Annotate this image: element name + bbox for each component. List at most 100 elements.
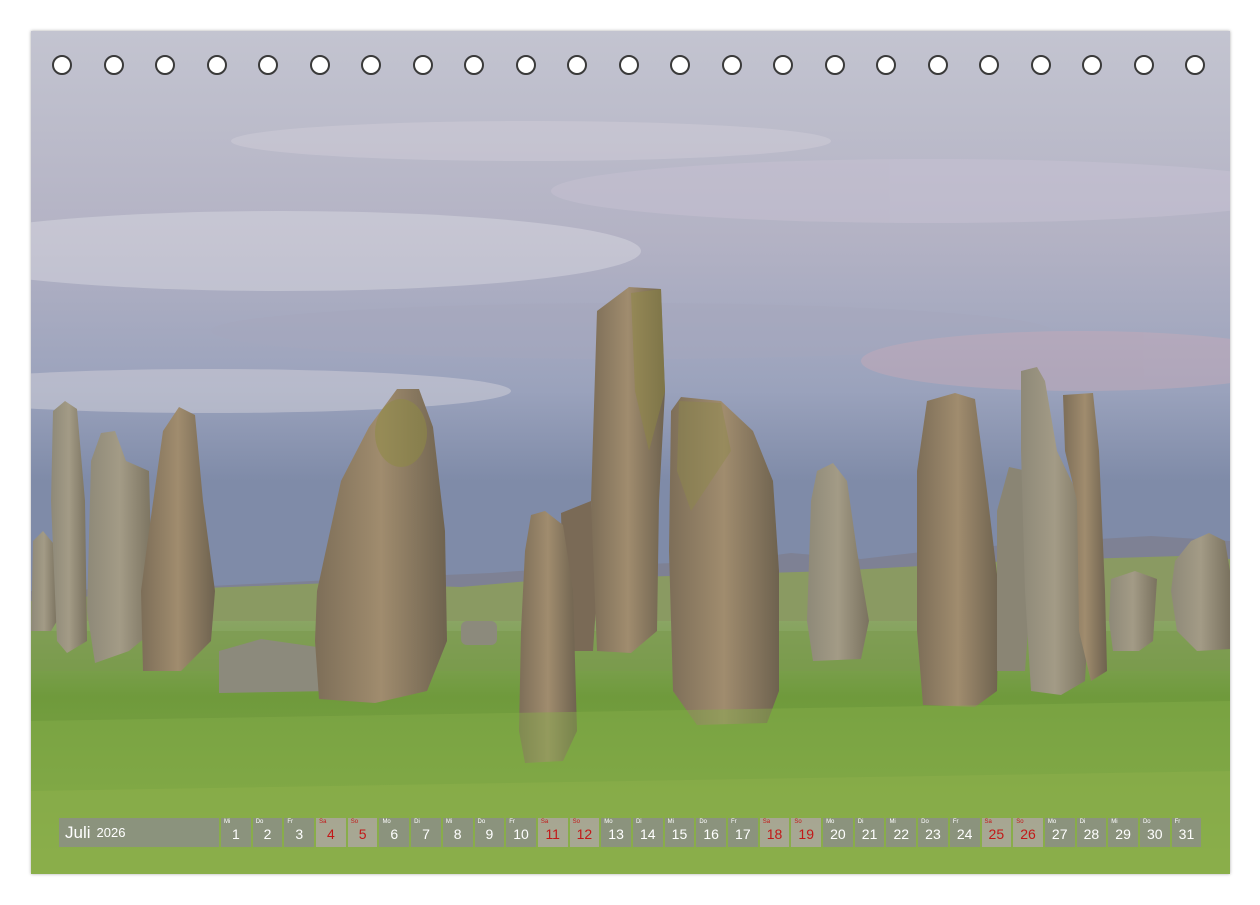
day-number: 30	[1146, 826, 1163, 842]
binding-hole	[979, 55, 999, 75]
calendar-day: Mo 27	[1044, 818, 1075, 847]
month-name: Juli	[65, 822, 91, 842]
weekday-abbrev: Do	[921, 819, 929, 825]
day-number: 24	[956, 826, 973, 842]
binding-hole	[927, 55, 948, 75]
day-number: 29	[1115, 826, 1131, 842]
day-number: 26	[1020, 826, 1036, 842]
calendar-day: Do 2	[252, 818, 283, 847]
calendar-day: Mo 6	[379, 818, 410, 847]
calendar-strip: Juli 2026 Mi 1 Do 2 Fr 3 Sa 4 So 5 Mo 6 Di 7 Mi 8 Do 9 Fr 1…	[59, 818, 1202, 847]
calendar-day: Di 28	[1076, 818, 1107, 847]
day-number: 28	[1083, 826, 1100, 842]
binding-hole	[876, 55, 896, 75]
binding-hole	[155, 55, 175, 75]
day-number: 5	[358, 826, 367, 842]
weekday-abbrev: So	[572, 819, 580, 825]
calendar-day: Sa 11	[537, 818, 568, 847]
weekday-abbrev: Mi	[667, 819, 674, 825]
binding-hole	[824, 55, 845, 75]
weekday-abbrev: Mi	[445, 819, 453, 825]
weekday-abbrev: Do	[477, 819, 486, 825]
calendar-day: So 5	[347, 818, 378, 847]
calendar-day: Mo 20	[823, 818, 853, 847]
weekday-abbrev: So	[794, 819, 802, 825]
weekday-abbrev: Fr	[287, 819, 294, 825]
binding-hole	[670, 55, 690, 75]
binding-hole	[361, 55, 381, 75]
calendar-day: Sa 4	[316, 818, 346, 847]
year-label: 2026	[96, 825, 126, 840]
weekday-abbrev: Di	[414, 819, 420, 825]
calendar-day: Mi 29	[1108, 818, 1138, 847]
calendar-day: Mi 8	[442, 818, 473, 847]
binding-hole	[1133, 55, 1154, 75]
day-number: 17	[735, 826, 751, 842]
day-number: 12	[576, 826, 593, 842]
day-number: 11	[545, 826, 560, 842]
day-number: 9	[485, 826, 494, 842]
binding-hole	[206, 55, 227, 75]
binding-hole	[618, 55, 639, 75]
binding-hole	[721, 55, 742, 75]
weekday-abbrev: Fr	[731, 819, 737, 825]
day-number: 4	[327, 826, 335, 842]
calendar-day: Fr 17	[728, 818, 758, 847]
day-number: 22	[893, 826, 910, 842]
binding-holes	[31, 31, 1230, 103]
weekday-abbrev: Di	[635, 819, 642, 825]
calendar-day: Mo 13	[601, 818, 631, 847]
day-number: 3	[295, 826, 304, 842]
day-number: 7	[422, 826, 430, 842]
binding-hole	[1082, 55, 1102, 75]
weekday-abbrev: Sa	[762, 819, 771, 825]
day-number: 16	[703, 826, 719, 842]
calendar-day: Mi 22	[886, 818, 917, 847]
calendar-day: Di 21	[854, 818, 885, 847]
weekday-abbrev: So	[350, 819, 359, 825]
day-number: 20	[830, 826, 846, 842]
binding-hole	[567, 55, 587, 75]
weekday-abbrev: Do	[699, 819, 707, 825]
calendar-day: Di 14	[632, 818, 663, 847]
calendar-day: Do 9	[474, 818, 505, 847]
weekday-abbrev: Fr	[509, 819, 515, 825]
day-number: 19	[798, 826, 814, 842]
weekday-abbrev: Mo	[1047, 819, 1057, 825]
weekday-abbrev: Do	[1142, 819, 1151, 825]
weekday-abbrev: Mi	[224, 819, 231, 825]
weekday-abbrev: So	[1016, 819, 1024, 825]
day-number: 15	[671, 826, 688, 842]
day-number: 23	[925, 826, 941, 842]
binding-hole	[52, 55, 72, 75]
day-number: 25	[988, 826, 1005, 842]
weekday-abbrev: Do	[255, 819, 264, 825]
weekday-abbrev: Mi	[1111, 819, 1118, 825]
calendar-day: Mi 1	[221, 818, 251, 847]
weekday-abbrev: Sa	[319, 819, 327, 825]
binding-hole	[1030, 55, 1051, 75]
weekday-abbrev: Sa	[984, 819, 992, 825]
day-number: 27	[1051, 826, 1068, 842]
calendar-day: Fr 10	[506, 818, 536, 847]
calendar-day: Fr 24	[949, 818, 980, 847]
weekday-abbrev: Mo	[382, 819, 391, 825]
weekday-abbrev: Mo	[604, 819, 613, 825]
binding-hole	[1185, 55, 1205, 75]
day-number: 18	[766, 826, 783, 842]
calendar-day: Fr 3	[284, 818, 315, 847]
binding-hole	[309, 55, 330, 75]
day-number: 8	[453, 826, 462, 842]
binding-hole	[773, 55, 793, 75]
calendar-day: Mi 15	[664, 818, 695, 847]
binding-hole	[464, 55, 484, 75]
calendar-day: So 19	[791, 818, 822, 847]
binding-hole	[103, 55, 124, 75]
day-number: 6	[390, 826, 399, 842]
calendar-day: Di 7	[411, 818, 441, 847]
binding-hole	[412, 55, 433, 75]
day-number: 31	[1178, 826, 1195, 842]
standing-stones-photo	[31, 31, 1230, 874]
binding-hole	[258, 55, 278, 75]
binding-hole	[515, 55, 536, 75]
